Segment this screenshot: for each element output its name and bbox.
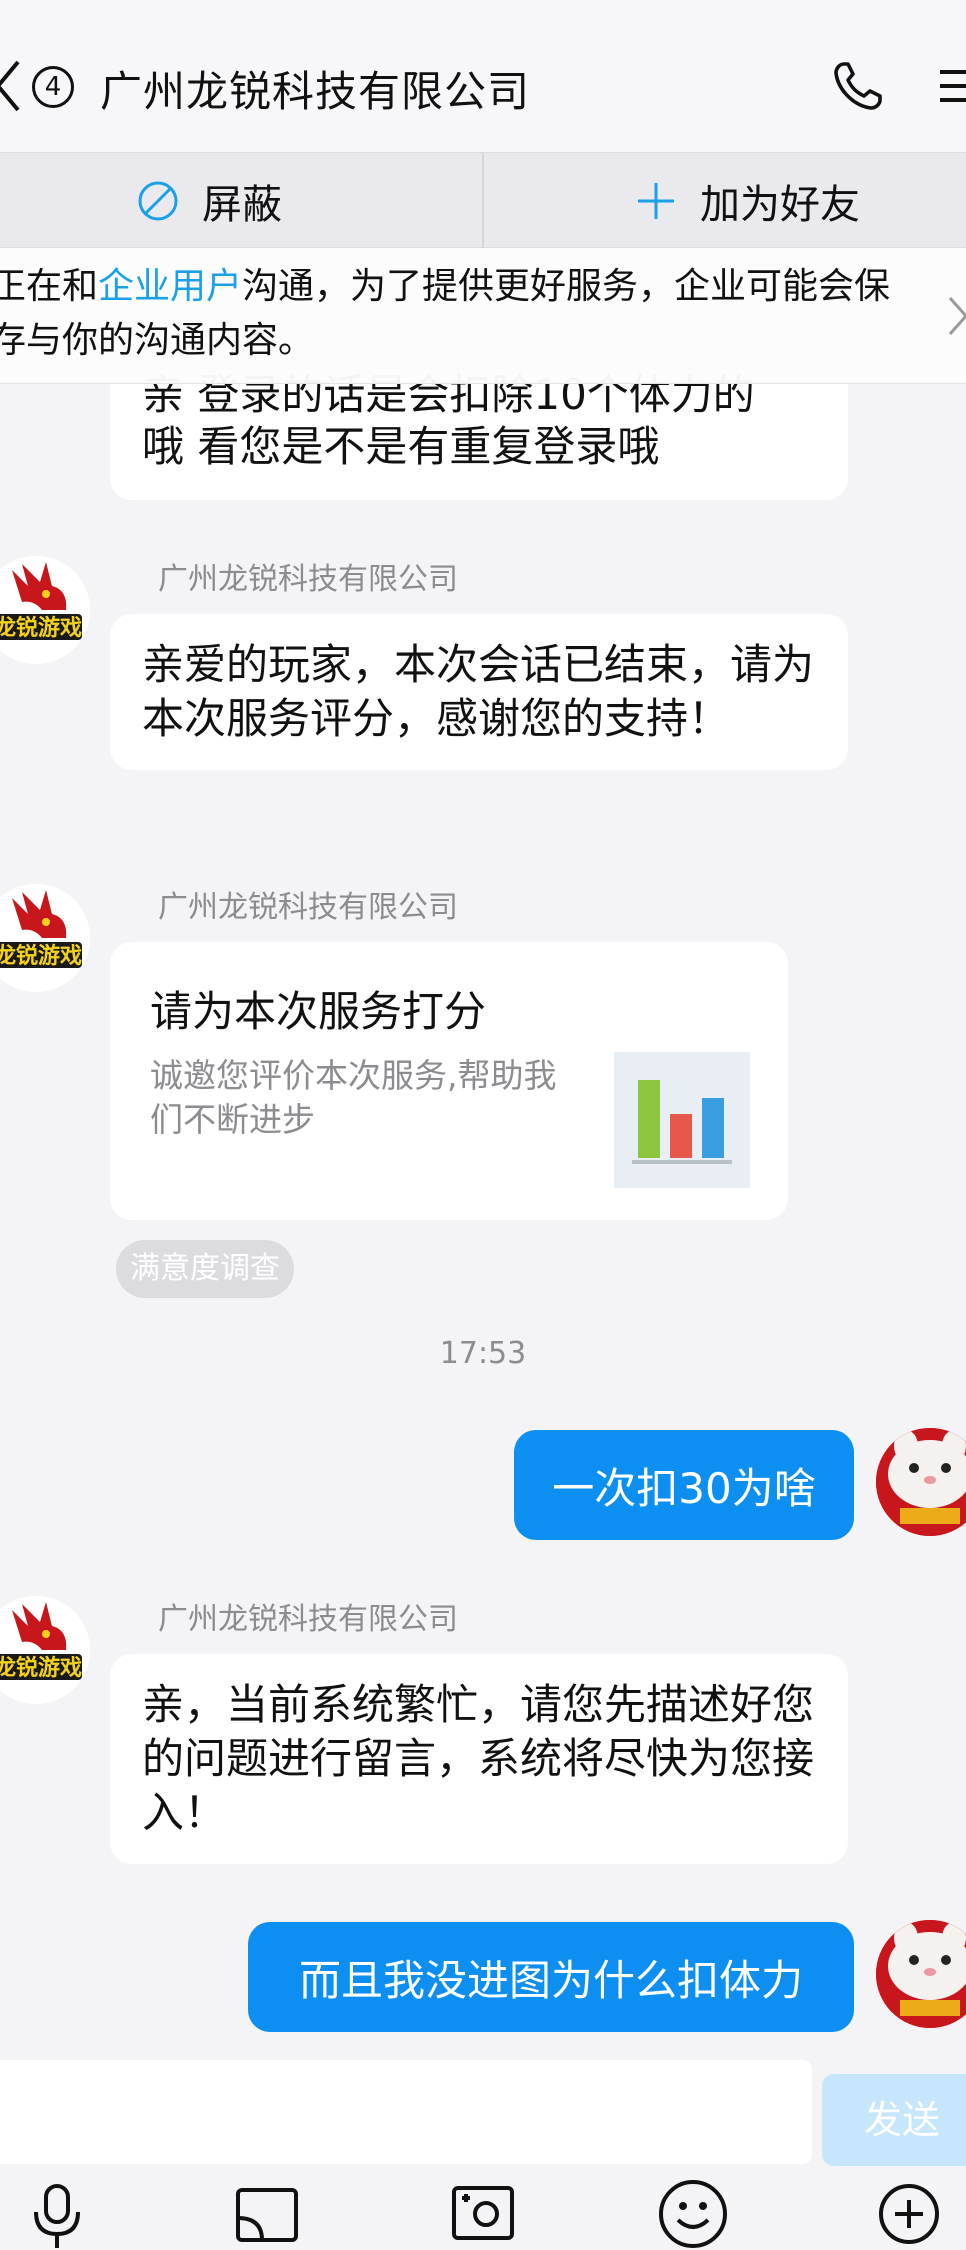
svg-text:龙锐游戏: 龙锐游戏 [0, 615, 82, 641]
sender-name: 广州龙锐科技有限公司 [158, 562, 458, 597]
bottom-toolbar [0, 2168, 966, 2250]
rabbit-avatar-icon [876, 1428, 966, 1536]
microphone-icon[interactable] [22, 2178, 92, 2248]
phone-icon[interactable] [830, 58, 886, 114]
dragon-logo-icon: 龙锐游戏 [0, 884, 90, 992]
add-friend-button[interactable]: 加为好友 [634, 153, 860, 249]
rating-card-title: 请为本次服务打分 [150, 987, 487, 1036]
block-icon [138, 181, 178, 221]
incoming-message-bubble[interactable]: 亲爱的玩家，本次会话已结束，请为本次服务评分，感谢您的支持！ [110, 614, 848, 770]
plus-icon [638, 183, 674, 219]
unread-count-badge[interactable]: 4 [32, 66, 74, 108]
chat-title: 广州龙锐科技有限公司 [100, 67, 531, 116]
svg-text:龙锐游戏: 龙锐游戏 [0, 1655, 82, 1681]
incoming-message-bubble[interactable]: 亲，当前系统繁忙，请您先描述好您的问题进行留言，系统将尽快为您接入！ [110, 1654, 848, 1864]
chevron-right-icon [948, 297, 966, 335]
sender-name: 广州龙锐科技有限公司 [158, 890, 458, 925]
sender-name: 广州龙锐科技有限公司 [158, 1602, 458, 1637]
action-bar: 屏蔽 加为好友 [0, 152, 966, 249]
dragon-logo-icon: 龙锐游戏 [0, 556, 90, 664]
input-bar: 发送 [0, 2034, 966, 2168]
avatar[interactable]: 龙锐游戏 [0, 884, 90, 992]
chat-screen: 4 广州龙锐科技有限公司 屏蔽 加为好友 正在和企业用户沟通，为了提供更好服务，… [0, 0, 966, 2250]
svg-text:龙锐游戏: 龙锐游戏 [0, 943, 82, 969]
action-divider [482, 153, 484, 249]
emoji-icon[interactable] [658, 2178, 728, 2248]
menu-icon[interactable] [936, 66, 966, 106]
timestamp: 17:53 [439, 1336, 527, 1371]
block-label: 屏蔽 [202, 182, 282, 228]
camera-icon[interactable] [448, 2178, 518, 2248]
bar-chart-icon [614, 1052, 750, 1188]
survey-tag[interactable]: 满意度调查 [116, 1240, 294, 1298]
outgoing-message-bubble[interactable]: 而且我没进图为什么扣体力 [248, 1922, 854, 2032]
rabbit-avatar-icon [876, 1920, 966, 2028]
notice-text: 正在和企业用户沟通，为了提供更好服务，企业可能会保存与你的沟通内容。 [0, 266, 891, 361]
message-input[interactable] [0, 2060, 812, 2164]
outgoing-message-bubble[interactable]: 一次扣30为啥 [514, 1430, 854, 1540]
send-button[interactable]: 发送 [822, 2074, 966, 2166]
rating-card-description: 诚邀您评价本次服务,帮助我们不断进步 [150, 1056, 557, 1139]
rating-card[interactable]: 请为本次服务打分 诚邀您评价本次服务,帮助我们不断进步 [110, 942, 788, 1220]
dragon-logo-icon: 龙锐游戏 [0, 1596, 90, 1704]
back-chevron-icon[interactable] [0, 56, 24, 116]
notice-highlight: 企业用户 [98, 266, 243, 307]
chat-header: 4 广州龙锐科技有限公司 [0, 0, 966, 152]
avatar[interactable]: 龙锐游戏 [0, 1596, 90, 1704]
avatar[interactable] [876, 1920, 966, 2028]
plus-circle-icon[interactable] [874, 2178, 944, 2248]
enterprise-notice[interactable]: 正在和企业用户沟通，为了提供更好服务，企业可能会保存与你的沟通内容。 [0, 248, 966, 384]
cast-icon[interactable] [232, 2178, 302, 2248]
add-friend-label: 加为好友 [700, 182, 860, 228]
avatar[interactable]: 龙锐游戏 [0, 556, 90, 664]
block-button[interactable]: 屏蔽 [136, 153, 282, 249]
avatar[interactable] [876, 1428, 966, 1536]
